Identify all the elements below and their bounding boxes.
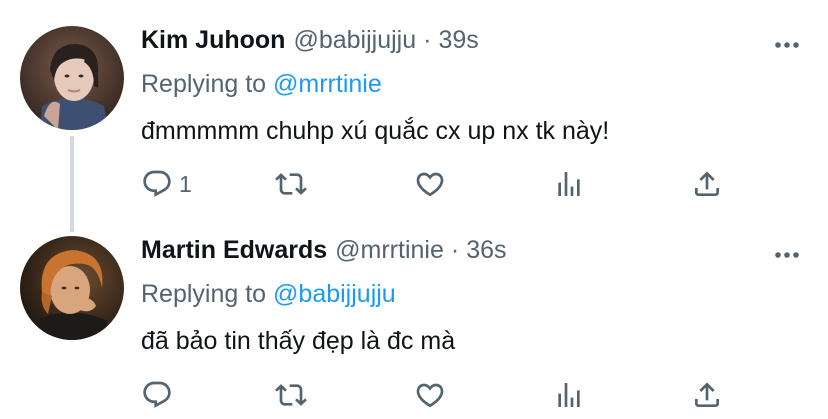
separator-dot: · (423, 26, 432, 54)
replying-to-mention[interactable]: @mrrtinie (273, 70, 382, 98)
replying-to-label: Replying to (141, 70, 267, 98)
replying-to-line: Replying to @babijjujju (141, 274, 808, 314)
like-button[interactable] (414, 375, 446, 415)
tweet-header: Martin Edwards @mrrtinie · 36s (141, 236, 808, 274)
tweet-actions: 1 (141, 164, 741, 204)
analytics-button[interactable] (553, 375, 585, 415)
share-icon (695, 382, 719, 407)
replying-to-label: Replying to (141, 280, 267, 308)
analytics-button[interactable] (553, 164, 585, 204)
tweet-martin-edwards[interactable]: Martin Edwards @mrrtinie · 36s Replying … (0, 210, 828, 419)
like-icon (416, 383, 444, 408)
reply-icon (143, 381, 171, 408)
user-handle[interactable]: @babijjujju (293, 26, 416, 55)
more-options-button[interactable] (772, 30, 802, 60)
timestamp[interactable]: 36s (466, 236, 506, 265)
retweet-button[interactable] (275, 375, 307, 415)
avatar[interactable] (20, 236, 124, 340)
tweet-content: Martin Edwards @mrrtinie · 36s Replying … (141, 236, 808, 358)
more-icon (775, 42, 799, 48)
separator-dot: · (450, 236, 460, 264)
display-name[interactable]: Kim Juhoon (141, 26, 285, 55)
tweet-content: Kim Juhoon @babijjujju · 39s Replying to… (141, 26, 808, 148)
display-name[interactable]: Martin Edwards (141, 236, 327, 265)
reply-button[interactable] (141, 375, 179, 415)
analytics-icon (558, 172, 580, 196)
tweet-text: đã bảo tin thấy đẹp là đc mà (141, 327, 456, 355)
like-icon (416, 172, 444, 197)
more-icon (775, 252, 799, 258)
more-options-button[interactable] (772, 240, 802, 270)
timestamp[interactable]: 39s (438, 26, 478, 55)
share-button[interactable] (691, 164, 723, 204)
avatar[interactable] (20, 26, 124, 130)
retweet-icon (275, 384, 307, 406)
analytics-icon (558, 383, 580, 407)
replying-to-mention[interactable]: @babijjujju (273, 280, 396, 308)
tweet-header: Kim Juhoon @babijjujju · 39s (141, 26, 808, 64)
share-button[interactable] (691, 375, 723, 415)
avatar-photo-kim-juhoon (20, 26, 124, 130)
tweet-kim-juhoon[interactable]: Kim Juhoon @babijjujju · 39s Replying to… (0, 0, 828, 232)
reply-icon (143, 170, 171, 197)
tweet-text: đmmmmm chuhp xú quắc cx up nx tk này! (141, 117, 610, 145)
share-icon (695, 171, 719, 196)
reply-button[interactable]: 1 (141, 164, 192, 204)
reply-thread: Kim Juhoon @babijjujju · 39s Replying to… (0, 0, 828, 419)
tweet-actions (141, 375, 741, 415)
avatar-photo-martin-edwards (20, 236, 124, 340)
retweet-icon (275, 173, 307, 195)
replying-to-line: Replying to @mrrtinie (141, 64, 808, 104)
user-handle[interactable]: @mrrtinie (335, 236, 444, 265)
reply-count: 1 (179, 170, 192, 197)
retweet-button[interactable] (275, 164, 307, 204)
like-button[interactable] (414, 164, 446, 204)
